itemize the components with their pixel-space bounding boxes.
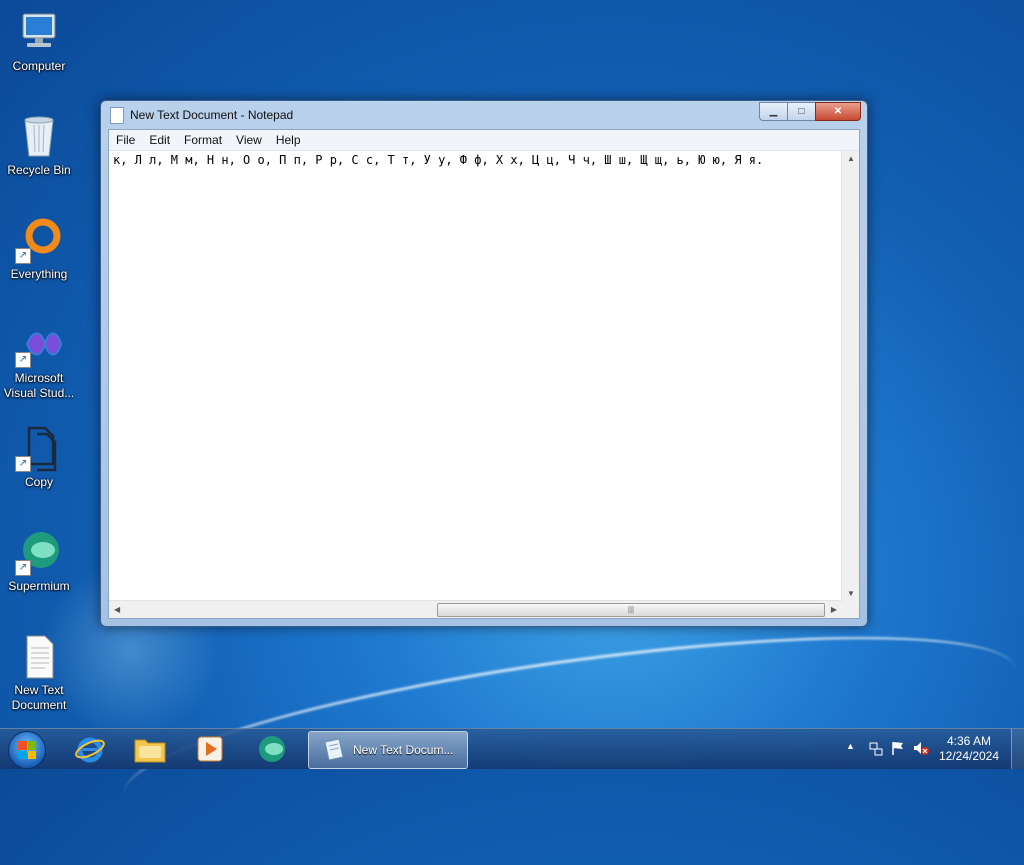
everything-icon: ↗ <box>15 216 63 264</box>
taskbar-file-explorer[interactable] <box>126 731 174 767</box>
desktop-icon-label: Computer <box>12 59 66 73</box>
horizontal-scrollbar[interactable]: ◀ ||| ▶ <box>109 600 842 618</box>
window-controls: ▁ □ ✕ <box>759 102 861 121</box>
shortcut-arrow-icon: ↗ <box>15 248 31 264</box>
text-document-icon <box>15 632 63 680</box>
taskbar-media-player[interactable] <box>186 731 234 767</box>
desktop-icon-label: Recycle Bin <box>7 163 71 177</box>
close-button[interactable]: ✕ <box>815 102 861 121</box>
taskbar-notepad-task[interactable]: New Text Docum... <box>308 731 468 769</box>
menu-bar: File Edit Format View Help <box>109 130 859 151</box>
desktop-icon-label: Microsoft Visual Stud... <box>3 371 75 400</box>
clock[interactable]: 4:36 AM 12/24/2024 <box>934 734 1004 764</box>
volume-muted-icon[interactable] <box>912 740 930 756</box>
taskbar-internet-explorer[interactable] <box>66 731 114 767</box>
desktop-icon-visual-studio[interactable]: ↗ Microsoft Visual Stud... <box>1 320 77 401</box>
desktop-icon-label: Copy <box>24 475 53 489</box>
supermium-icon <box>259 736 285 762</box>
desktop-icon-label: Everything <box>10 267 68 281</box>
supermium-icon: ↗ <box>15 528 63 576</box>
horizontal-scroll-thumb[interactable]: ||| <box>437 603 825 617</box>
desktop-icon-copy[interactable]: ↗ Copy <box>1 424 77 490</box>
clock-date: 12/24/2024 <box>938 749 1000 763</box>
vertical-scrollbar[interactable]: ▲ ▼ <box>841 151 859 601</box>
minimize-button[interactable]: ▁ <box>759 102 788 121</box>
scroll-left-arrow-icon[interactable]: ◀ <box>114 605 120 614</box>
desktop-icon-computer[interactable]: Computer <box>1 8 77 74</box>
text-editor[interactable]: к, Л л, М м, Н н, О о, П п, Р р, С с, Т … <box>109 151 842 601</box>
title-bar[interactable]: New Text Document - Notepad ▁ □ ✕ <box>101 101 867 127</box>
network-icon[interactable] <box>868 741 884 757</box>
desktop-icon-recycle-bin[interactable]: Recycle Bin <box>1 112 77 178</box>
notepad-icon <box>324 738 344 761</box>
notepad-client: File Edit Format View Help к, Л л, М м, … <box>108 129 860 619</box>
menu-format[interactable]: Format <box>177 133 229 147</box>
menu-view[interactable]: View <box>229 133 269 147</box>
menu-file[interactable]: File <box>109 133 142 147</box>
clock-time: 4:36 AM <box>946 734 992 748</box>
folder-icon <box>134 739 166 763</box>
desktop-icon-label: Supermium <box>8 579 70 593</box>
system-tray: ▲ 4:36 AM 12/24/2024 <box>834 729 1024 769</box>
shortcut-arrow-icon: ↗ <box>15 456 31 472</box>
taskbar: New Text Docum... ▲ 4:36 AM 12/24/2024 <box>0 728 1024 769</box>
scrollbar-corner <box>842 601 859 618</box>
scroll-down-arrow-icon[interactable]: ▼ <box>847 589 855 598</box>
scroll-up-arrow-icon[interactable]: ▲ <box>847 154 855 163</box>
maximize-button[interactable]: □ <box>787 102 816 121</box>
desktop-icon-label: New Text Document <box>11 683 67 712</box>
scroll-right-arrow-icon[interactable]: ▶ <box>831 605 837 614</box>
menu-edit[interactable]: Edit <box>142 133 177 147</box>
visual-studio-icon: ↗ <box>15 320 63 368</box>
media-player-icon <box>197 736 223 762</box>
menu-help[interactable]: Help <box>269 133 308 147</box>
recycle-bin-icon <box>15 112 63 160</box>
desktop-icon-supermium[interactable]: ↗ Supermium <box>1 528 77 594</box>
windows-logo-icon <box>18 741 36 759</box>
window-title: New Text Document - Notepad <box>130 108 294 122</box>
internet-explorer-icon <box>75 737 105 763</box>
desktop-icon-new-text-document[interactable]: New Text Document <box>1 632 77 713</box>
shortcut-arrow-icon: ↗ <box>15 352 31 368</box>
show-hidden-icons-icon[interactable]: ▲ <box>846 741 855 751</box>
action-center-flag-icon[interactable] <box>890 740 906 756</box>
notepad-icon <box>110 107 124 124</box>
computer-icon <box>15 8 63 56</box>
desktop-icon-everything[interactable]: ↗ Everything <box>1 216 77 282</box>
task-label: New Text Docum... <box>353 743 454 757</box>
notepad-window[interactable]: New Text Document - Notepad ▁ □ ✕ File E… <box>100 100 868 627</box>
copy-icon: ↗ <box>15 424 63 472</box>
taskbar-supermium[interactable] <box>248 731 296 767</box>
start-button[interactable] <box>8 731 46 769</box>
show-desktop-button[interactable] <box>1011 729 1024 769</box>
shortcut-arrow-icon: ↗ <box>15 560 31 576</box>
